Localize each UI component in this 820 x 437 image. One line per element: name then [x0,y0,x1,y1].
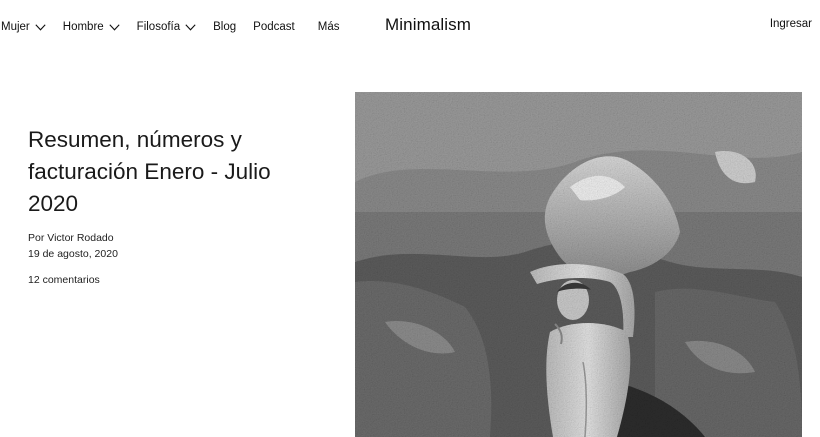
nav-item-label: Hombre [62,21,104,33]
featured-image [355,92,802,437]
chevron-down-icon [35,23,46,31]
post-author: Por Victor Rodado [28,232,114,244]
main-nav: Mujer Hombre Filosofía Blog Podcast Más [0,18,356,36]
nav-item-label: Más [317,21,340,33]
nav-item-mujer[interactable]: Mujer [1,21,46,33]
nav-item-blog[interactable]: Blog [213,21,236,33]
post-title: Resumen, números y facturación Enero - J… [28,127,271,216]
nav-item-label: Filosofía [136,21,181,33]
chevron-down-icon [185,23,196,31]
nav-item-label: Blog [213,21,237,33]
chevron-down-icon [109,23,120,31]
nav-item-label: Mujer [1,21,30,33]
page: Mujer Hombre Filosofía Blog Podcast Más … [0,0,820,437]
site-logo[interactable]: Minimalism [385,15,471,35]
nav-item-podcast[interactable]: Podcast [253,21,295,33]
nav-item-mas[interactable]: Más [318,21,340,33]
post-date: 19 de agosto, 2020 [28,248,118,260]
nav-item-filosofia[interactable]: Filosofía [137,21,196,33]
login-link[interactable]: Ingresar [770,18,812,30]
featured-image-graphic [355,92,802,437]
nav-item-label: Podcast [253,21,295,33]
comments-link[interactable]: 12 comentarios [28,274,100,286]
nav-item-hombre[interactable]: Hombre [63,21,120,33]
